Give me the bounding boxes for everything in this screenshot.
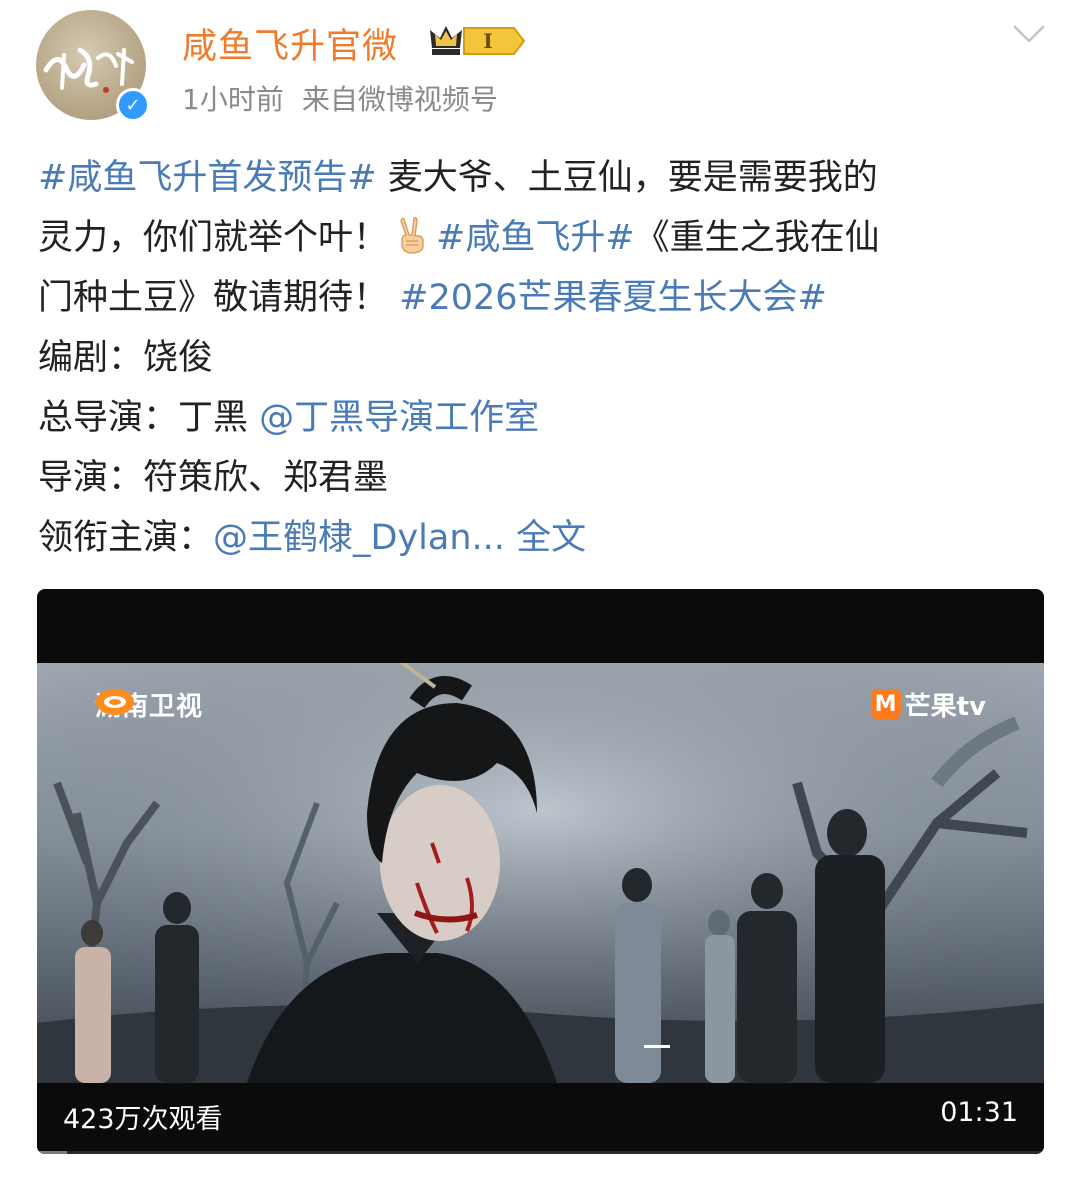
post-text-segment: 领衔主演： <box>38 518 214 558</box>
username[interactable]: 咸鱼飞升官微 <box>182 18 398 69</box>
post-text-line: 总导演：丁黑 @丁黑导演工作室 <box>38 388 1043 448</box>
mango-tv-mark-icon: M <box>870 689 901 719</box>
video-duration: 01:31 <box>940 1097 1018 1128</box>
post-text-segment: 《重生之我在仙 <box>634 218 880 258</box>
hunan-tv-mark-icon <box>96 689 134 715</box>
subtitle-dash <box>644 1045 670 1048</box>
post-text-segment: 编剧：饶俊 <box>38 338 214 378</box>
post-text-line: 门种土豆》敬请期待！ #2026芒果春夏生长大会# <box>38 268 1043 328</box>
video-info-bar: 423万次观看 01:31 <box>37 1083 1044 1154</box>
video-player[interactable]: 湖南卫视 M 芒果tv 423万次观看 01:31 <box>37 589 1044 1154</box>
post-text-segment: 导演：符策欣、郑君墨 <box>38 458 389 498</box>
video-still <box>37 663 1044 1083</box>
post-text-line: 领衔主演：@王鹤棣_Dylan... 全文 <box>38 508 1043 568</box>
read-full-text-link[interactable]: 全文 <box>516 518 586 558</box>
post-text-line: 导演：符策欣、郑君墨 <box>38 448 1043 508</box>
video-frame[interactable]: 湖南卫视 M 芒果tv <box>37 663 1044 1083</box>
hashtag-link[interactable]: #咸鱼飞升首发预告# <box>38 158 377 198</box>
hashtag-link[interactable]: #咸鱼飞升# <box>436 218 635 258</box>
video-progress-bar[interactable] <box>37 1151 1044 1154</box>
member-level: I <box>483 29 492 53</box>
verified-check-icon: ✓ <box>116 88 150 122</box>
hunan-tv-logo: 湖南卫视 <box>95 687 203 722</box>
post-time: 1小时前 <box>182 83 284 116</box>
mango-tv-logo: M 芒果tv <box>870 687 986 722</box>
post-text-line: 灵力，你们就举个叶！ #咸鱼飞升#《重生之我在仙 <box>38 208 1043 268</box>
post-text-segment: 灵力，你们就举个叶！ <box>38 218 389 258</box>
view-count: 423万次观看 <box>63 1104 223 1135</box>
chevron-down-icon[interactable] <box>1012 22 1046 46</box>
post-source[interactable]: 来自微博视频号 <box>302 83 498 116</box>
post-text: #咸鱼飞升首发预告# 麦大爷、土豆仙，要是需要我的灵力，你们就举个叶！ #咸鱼飞升… <box>38 148 1043 568</box>
crown-member-badge-icon[interactable]: I <box>428 22 526 60</box>
channel-right-label: 芒果tv <box>904 691 986 722</box>
post-text-line: #咸鱼飞升首发预告# 麦大爷、土豆仙，要是需要我的 <box>38 148 1043 208</box>
post-text-segment <box>505 518 516 558</box>
video-progress-fill <box>37 1151 68 1154</box>
post-text-segment: 门种土豆》敬请期待！ <box>38 278 400 318</box>
post-text-segment: 总导演：丁黑 <box>38 398 260 438</box>
post-text-segment: 麦大爷、土豆仙，要是需要我的 <box>376 158 878 198</box>
hashtag-link[interactable]: #2026芒果春夏生长大会# <box>399 278 827 318</box>
post-meta: 1小时前 来自微博视频号 <box>182 78 498 118</box>
mention-link[interactable]: @丁黑导演工作室 <box>259 398 539 438</box>
victory-hand-emoji <box>400 217 424 254</box>
post-text-line: 编剧：饶俊 <box>38 328 1043 388</box>
mention-link[interactable]: @王鹤棣_Dylan... <box>213 518 505 558</box>
